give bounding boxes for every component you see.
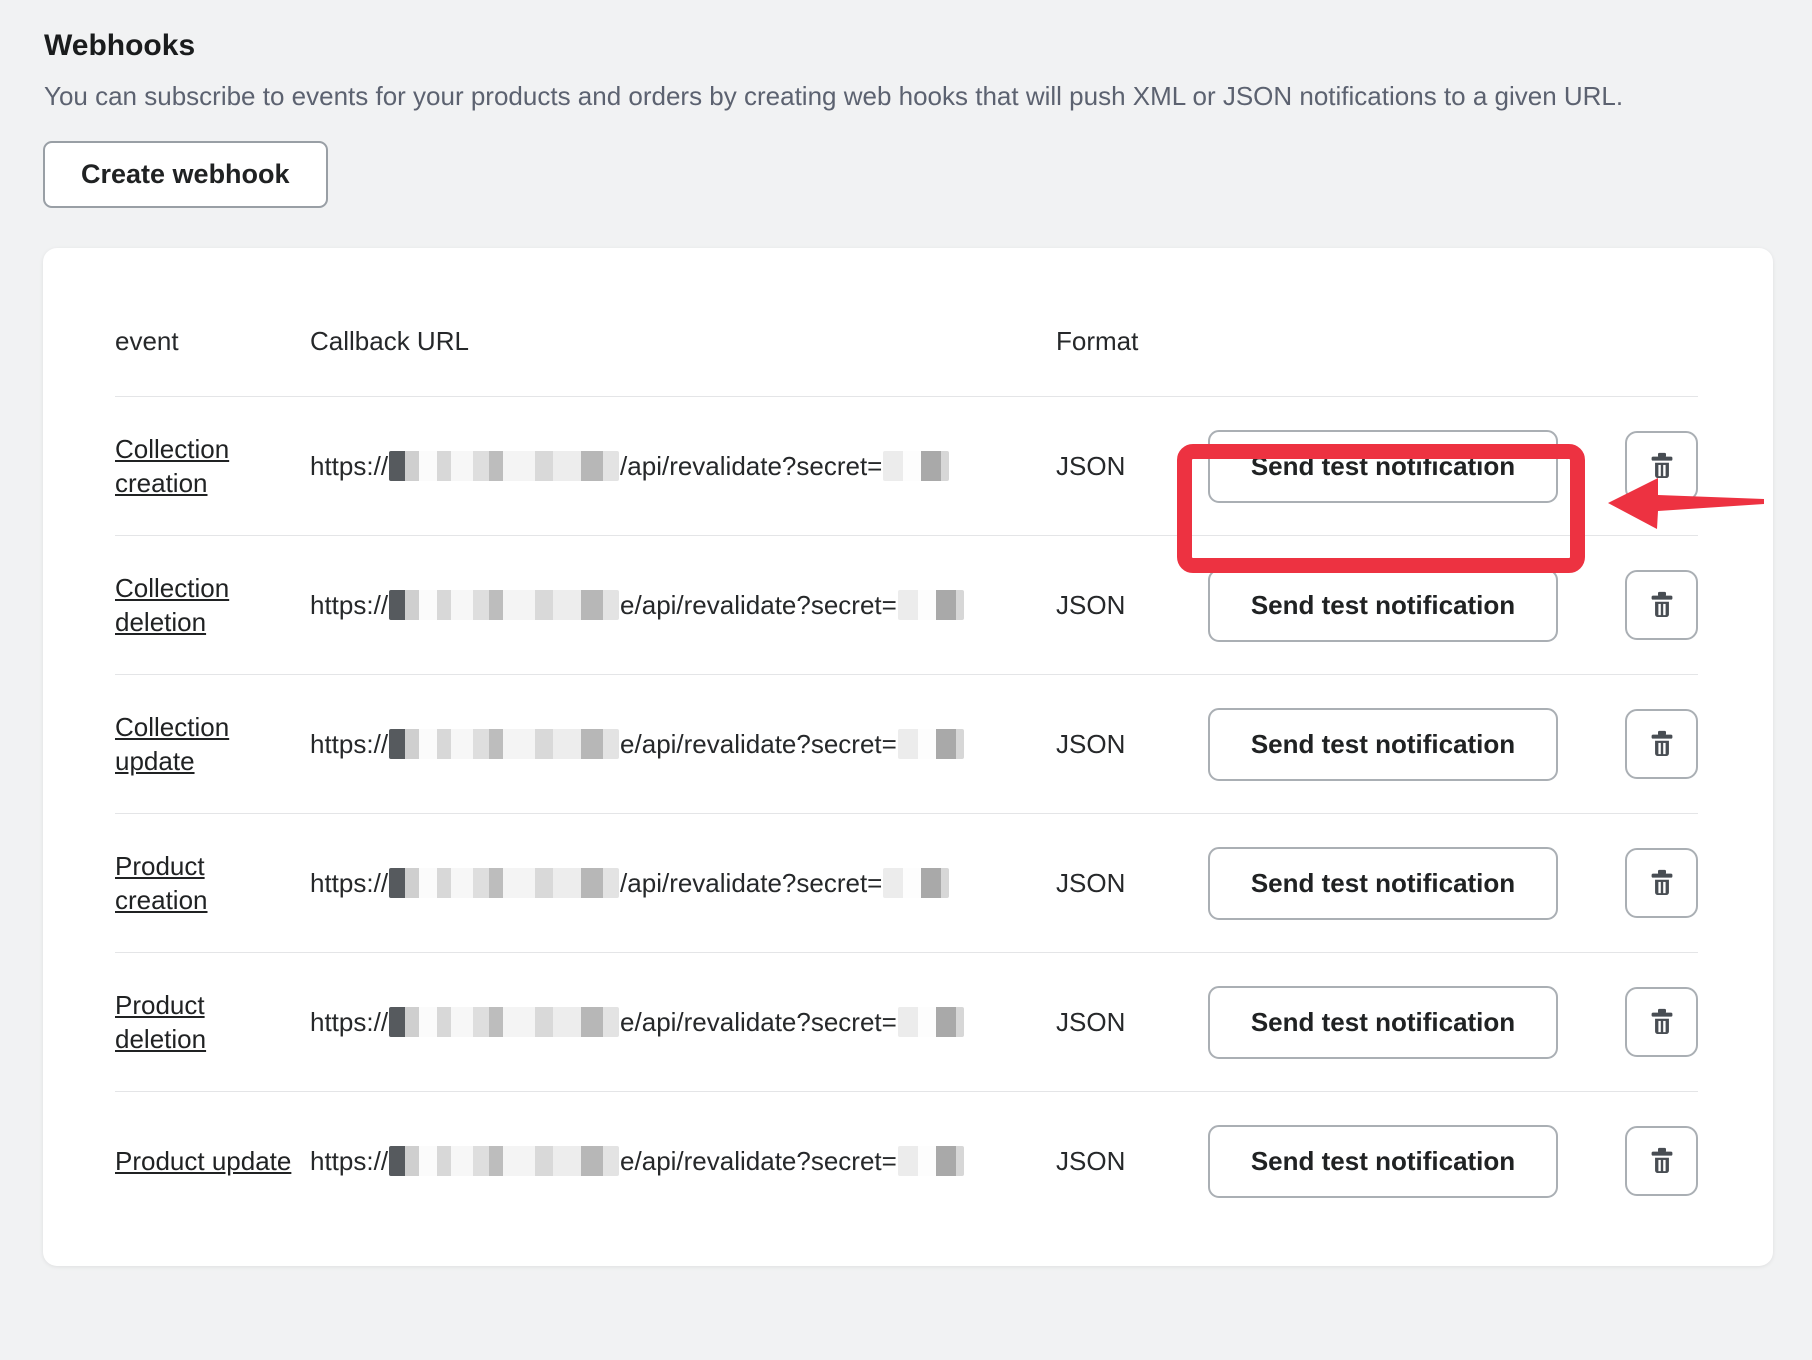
redacted-url-host (389, 1146, 619, 1176)
table-row: Product update https:// e/api/revalidate?… (115, 1091, 1698, 1230)
column-header-event: event (115, 326, 310, 357)
redacted-url-secret (898, 1007, 964, 1037)
redacted-url-secret (898, 1146, 964, 1176)
webhooks-table-body: Collection creation https:// /api/revalid… (115, 396, 1773, 1230)
webhooks-card: event Callback URL Format Collection cre… (43, 248, 1773, 1266)
callback-url-cell: https:// /api/revalidate?secret= (310, 451, 1056, 482)
table-row: Collection creation https:// /api/revalid… (115, 396, 1698, 535)
column-header-callback-url: Callback URL (310, 326, 1056, 357)
table-row: Collection deletion https:// e/api/revali… (115, 535, 1698, 674)
delete-webhook-button[interactable] (1625, 848, 1698, 918)
redacted-url-secret (883, 451, 949, 481)
send-test-notification-button[interactable]: Send test notification (1208, 847, 1558, 920)
redacted-url-secret (898, 590, 964, 620)
redacted-url-secret (883, 868, 949, 898)
url-path: e/api/revalidate?secret= (620, 1146, 897, 1177)
delete-webhook-button[interactable] (1625, 431, 1698, 501)
format-value: JSON (1056, 1007, 1208, 1038)
trash-icon (1646, 589, 1678, 621)
webhooks-settings-page: Webhooks You can subscribe to events for… (0, 0, 1812, 1360)
format-value: JSON (1056, 868, 1208, 899)
delete-webhook-button[interactable] (1625, 709, 1698, 779)
url-path: /api/revalidate?secret= (620, 451, 882, 482)
redacted-url-host (389, 1007, 619, 1037)
url-prefix: https:// (310, 1146, 388, 1177)
event-link[interactable]: Product deletion (115, 988, 295, 1056)
trash-icon (1646, 1006, 1678, 1038)
format-value: JSON (1056, 1146, 1208, 1177)
redacted-url-host (389, 451, 619, 481)
redacted-url-host (389, 868, 619, 898)
url-path: /api/revalidate?secret= (620, 868, 882, 899)
url-path: e/api/revalidate?secret= (620, 590, 897, 621)
redacted-url-host (389, 729, 619, 759)
url-path: e/api/revalidate?secret= (620, 1007, 897, 1038)
callback-url-cell: https:// e/api/revalidate?secret= (310, 1007, 1056, 1038)
event-link[interactable]: Product creation (115, 849, 295, 917)
send-test-notification-button[interactable]: Send test notification (1208, 569, 1558, 642)
event-link[interactable]: Collection update (115, 710, 295, 778)
url-prefix: https:// (310, 1007, 388, 1038)
trash-icon (1646, 1145, 1678, 1177)
redacted-url-secret (898, 729, 964, 759)
event-link[interactable]: Product update (115, 1144, 291, 1178)
delete-webhook-button[interactable] (1625, 987, 1698, 1057)
url-prefix: https:// (310, 451, 388, 482)
callback-url-cell: https:// e/api/revalidate?secret= (310, 1146, 1056, 1177)
event-link[interactable]: Collection deletion (115, 571, 295, 639)
format-value: JSON (1056, 590, 1208, 621)
send-test-notification-button[interactable]: Send test notification (1208, 1125, 1558, 1198)
delete-webhook-button[interactable] (1625, 570, 1698, 640)
page-description: You can subscribe to events for your pro… (44, 77, 1659, 115)
table-row: Collection update https:// e/api/revalida… (115, 674, 1698, 813)
trash-icon (1646, 867, 1678, 899)
trash-icon (1646, 728, 1678, 760)
format-value: JSON (1056, 451, 1208, 482)
send-test-notification-button[interactable]: Send test notification (1208, 708, 1558, 781)
format-value: JSON (1056, 729, 1208, 760)
event-link[interactable]: Collection creation (115, 432, 295, 500)
url-prefix: https:// (310, 868, 388, 899)
delete-webhook-button[interactable] (1625, 1126, 1698, 1196)
callback-url-cell: https:// e/api/revalidate?secret= (310, 729, 1056, 760)
table-row: Product creation https:// /api/revalidate… (115, 813, 1698, 952)
table-row: Product deletion https:// e/api/revalidat… (115, 952, 1698, 1091)
create-webhook-button[interactable]: Create webhook (43, 141, 328, 208)
redacted-url-host (389, 590, 619, 620)
url-prefix: https:// (310, 590, 388, 621)
page-title: Webhooks (44, 28, 1812, 64)
table-header-row: event Callback URL Format (115, 286, 1698, 396)
callback-url-cell: https:// /api/revalidate?secret= (310, 868, 1056, 899)
send-test-notification-button[interactable]: Send test notification (1208, 430, 1558, 503)
trash-icon (1646, 450, 1678, 482)
send-test-notification-button[interactable]: Send test notification (1208, 986, 1558, 1059)
url-path: e/api/revalidate?secret= (620, 729, 897, 760)
callback-url-cell: https:// e/api/revalidate?secret= (310, 590, 1056, 621)
column-header-format: Format (1056, 326, 1208, 357)
url-prefix: https:// (310, 729, 388, 760)
